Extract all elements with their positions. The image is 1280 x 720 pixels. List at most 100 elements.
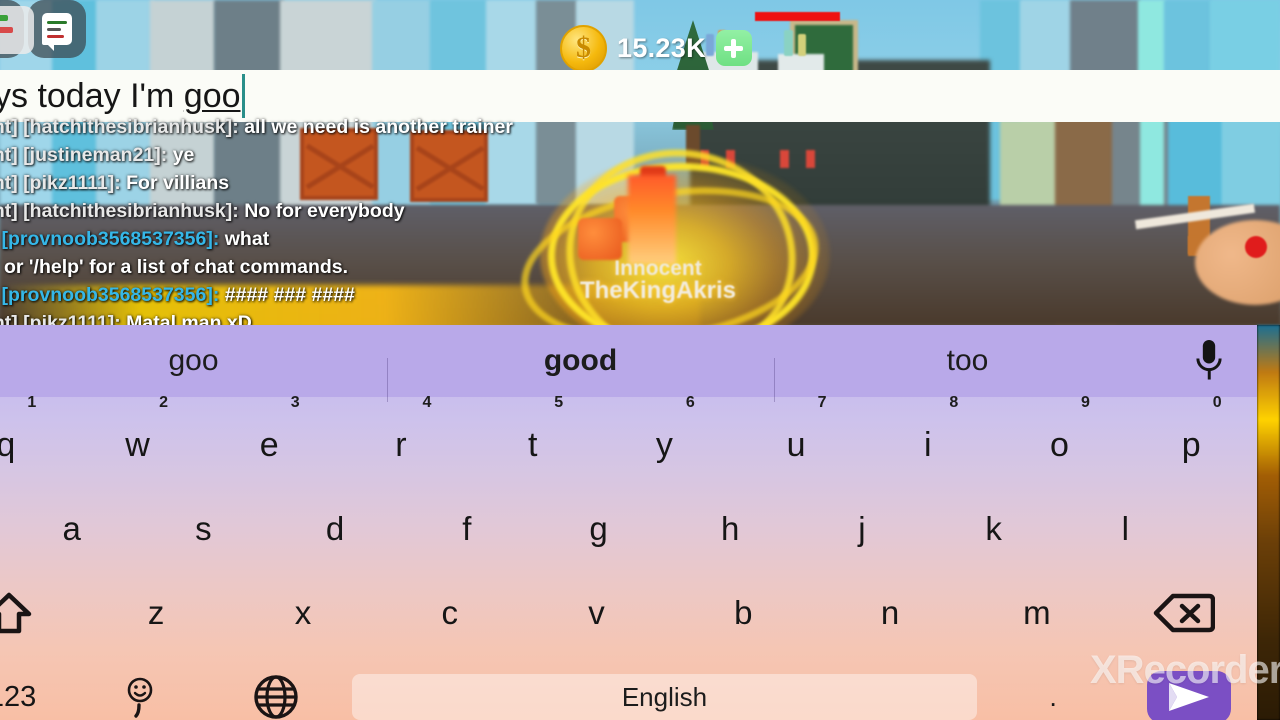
hud-top-left <box>0 0 90 58</box>
chat-row-message: No for everybody <box>244 200 405 222</box>
keyboard-row-4: ?123 English . <box>0 655 1257 720</box>
chat-row-tag: r] [provnoob3568537356]: <box>0 284 220 306</box>
emoji-key[interactable] <box>72 655 208 720</box>
chat-bubble-icon <box>42 13 72 51</box>
key-superscript: 8 <box>949 394 959 411</box>
xrecorder-watermark: XRecorder <box>1090 648 1280 692</box>
chat-row-tag: ent] [pikz1111]: <box>0 172 121 194</box>
backspace-key[interactable] <box>1110 571 1257 655</box>
key-s[interactable]: s <box>138 487 270 571</box>
key-label: u <box>786 425 806 464</box>
key-p[interactable]: p0 <box>1125 394 1257 487</box>
key-x[interactable]: x <box>230 571 377 655</box>
chat-row-message: ?' or '/help' for a list of chat command… <box>0 256 349 278</box>
symbols-key[interactable]: ?123 <box>0 655 72 720</box>
key-label: t <box>527 425 538 464</box>
language-switch-key[interactable] <box>208 655 344 720</box>
shift-arrow-icon <box>0 592 32 634</box>
key-superscript: 1 <box>27 394 37 411</box>
chat-row-message: Matal man xD <box>126 312 252 325</box>
chat-toggle-button[interactable] <box>28 0 86 58</box>
keyboard-row-1: q1 w2 e3 r4 t5 y6 u7 i8 o9 p0 <box>0 394 1257 487</box>
key-superscript: 4 <box>422 394 432 411</box>
key-b[interactable]: b <box>670 571 817 655</box>
key-superscript: 2 <box>159 394 168 411</box>
keyboard-row-3: z x c v b n m <box>0 571 1257 655</box>
chat-row-message: For villians <box>126 172 230 194</box>
chat-row-tag: r] [provnoob3568537356]: <box>0 228 220 250</box>
key-label: p <box>1181 425 1201 464</box>
key-m[interactable]: m <box>963 571 1110 655</box>
key-k[interactable]: k <box>928 487 1060 571</box>
key-q[interactable]: q1 <box>0 394 72 487</box>
space-key[interactable]: English <box>351 674 978 720</box>
chat-row-message: ye <box>172 144 195 166</box>
suggestion-bar: goo good too <box>0 325 1257 402</box>
text-caret <box>241 74 245 118</box>
key-j[interactable]: j <box>796 487 928 571</box>
chat-row-tag: ent] [hatchithesibrianhusk]: <box>0 200 239 222</box>
chat-row: ent] [hatchithesibrianhusk]: all we need… <box>0 113 660 141</box>
key-t[interactable]: t5 <box>467 394 599 487</box>
chat-row-system: ?' or '/help' for a list of chat command… <box>0 253 660 281</box>
key-label: r <box>395 425 407 464</box>
keyboard-row-2: a s d f g h j k l <box>0 487 1257 571</box>
key-o[interactable]: o9 <box>994 394 1126 487</box>
chat-input-field[interactable]: ys today I'm goo <box>0 77 241 116</box>
suggestion-1[interactable]: good <box>387 344 774 402</box>
chat-row: ent] [pikz1111]: For villians <box>0 169 660 197</box>
key-superscript: 5 <box>554 394 564 411</box>
key-e[interactable]: e3 <box>203 394 335 487</box>
chat-row-message: what <box>224 228 270 250</box>
chat-input-composing: goo <box>183 76 241 115</box>
microphone-icon[interactable] <box>1161 340 1257 382</box>
currency-hud: $ 15.23K <box>560 24 752 72</box>
key-c[interactable]: c <box>376 571 523 655</box>
minimap[interactable] <box>0 6 34 54</box>
suggestion-0[interactable]: goo <box>0 344 387 378</box>
chat-row: ent] [justineman21]: ye <box>0 141 660 169</box>
chat-row-message: #### ### #### <box>224 284 355 306</box>
key-superscript: 0 <box>1212 394 1222 411</box>
key-u[interactable]: u7 <box>730 394 862 487</box>
key-y[interactable]: y6 <box>599 394 731 487</box>
key-i[interactable]: i8 <box>862 394 994 487</box>
key-superscript: 9 <box>1081 394 1090 411</box>
key-n[interactable]: n <box>817 571 964 655</box>
row2-right-pad <box>1191 487 1257 571</box>
chat-row-tag: ent] [pikz1111]: <box>0 312 121 325</box>
key-label: y <box>655 425 673 464</box>
suggestion-2[interactable]: too <box>774 344 1161 402</box>
key-label: o <box>1050 425 1069 464</box>
key-l[interactable]: l <box>1059 487 1191 571</box>
coin-amount-label: 15.23K <box>617 32 706 63</box>
chat-row-tag: ent] [hatchithesibrianhusk]: <box>0 116 239 138</box>
emoji-smiley-icon <box>127 677 153 718</box>
key-r[interactable]: r4 <box>335 394 467 487</box>
screen-root: Innocent TheKingAkris $ 15.23K ys today … <box>0 0 1280 720</box>
key-superscript: 6 <box>685 394 695 411</box>
chat-row-tag: ent] [justineman21]: <box>0 144 168 166</box>
key-z[interactable]: z <box>83 571 230 655</box>
backspace-delete-icon <box>1153 593 1215 633</box>
key-h[interactable]: h <box>664 487 796 571</box>
game-red-dot <box>1245 236 1267 258</box>
globe-icon <box>254 675 298 719</box>
on-screen-keyboard[interactable]: goo good too q1 w2 e3 r4 t5 y6 u7 i8 o9 … <box>0 325 1257 720</box>
key-superscript: 3 <box>290 394 300 411</box>
chat-row: r] [provnoob3568537356]: #### ### #### <box>0 281 660 309</box>
chat-message-log[interactable]: ent] [hatchithesibrianhusk]: all we need… <box>0 113 660 325</box>
add-currency-button[interactable] <box>715 30 752 66</box>
key-w[interactable]: w2 <box>72 394 204 487</box>
key-v[interactable]: v <box>523 571 670 655</box>
key-d[interactable]: d <box>269 487 401 571</box>
key-label: q <box>0 425 16 464</box>
shift-key[interactable] <box>0 571 83 655</box>
key-a[interactable]: a <box>6 487 138 571</box>
key-superscript: 7 <box>817 394 827 411</box>
key-label: w <box>125 425 150 464</box>
key-f[interactable]: f <box>401 487 533 571</box>
chat-row-message: all we need is another trainer <box>244 116 513 138</box>
key-g[interactable]: g <box>533 487 665 571</box>
game-red-bar <box>755 12 840 21</box>
